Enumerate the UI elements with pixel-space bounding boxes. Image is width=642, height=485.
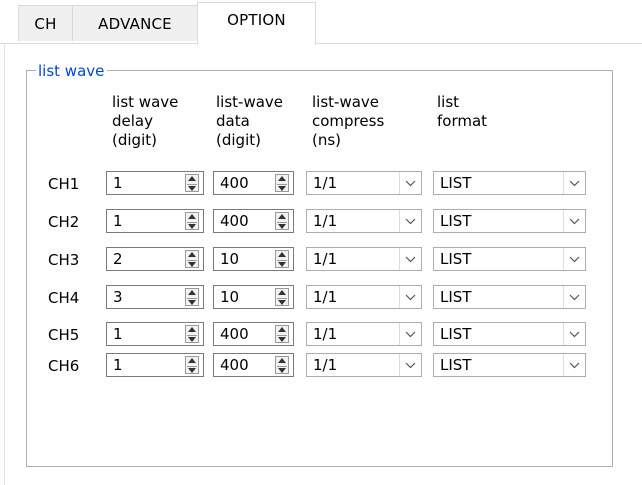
spin-updown-icon[interactable] [185, 356, 199, 374]
delay-spinbox[interactable]: 1 [106, 171, 204, 195]
compress-combobox[interactable]: 1/1 [306, 353, 422, 377]
delay-spinbox[interactable]: 3 [106, 285, 204, 309]
spin-updown-icon[interactable] [275, 250, 289, 268]
data-value[interactable]: 400 [214, 325, 275, 343]
delay-value[interactable]: 2 [107, 250, 185, 268]
format-combobox[interactable]: LIST [433, 353, 586, 377]
data-value[interactable]: 400 [214, 174, 275, 192]
header-list-wave-delay: list wave delay (digit) [112, 93, 179, 149]
spin-updown-icon[interactable] [275, 174, 289, 192]
chevron-down-icon[interactable] [399, 286, 421, 308]
data-spinbox[interactable]: 10 [213, 247, 294, 271]
compress-combobox[interactable]: 1/1 [306, 209, 422, 233]
chevron-down-icon[interactable] [563, 286, 585, 308]
compress-value: 1/1 [313, 356, 338, 374]
data-value[interactable]: 10 [214, 288, 275, 306]
delay-spinbox[interactable]: 1 [106, 209, 204, 233]
data-spinbox[interactable]: 400 [213, 171, 294, 195]
tab-ch-label: CH [34, 14, 57, 33]
channel-row: CH2 1 400 1/1 LIST [0, 209, 642, 233]
chevron-down-icon[interactable] [563, 248, 585, 270]
format-value: LIST [440, 288, 472, 306]
compress-value: 1/1 [313, 250, 338, 268]
chevron-down-icon[interactable] [399, 172, 421, 194]
format-value: LIST [440, 212, 472, 230]
chevron-down-icon[interactable] [399, 210, 421, 232]
format-combobox[interactable]: LIST [433, 285, 586, 309]
spin-updown-icon[interactable] [275, 356, 289, 374]
data-spinbox[interactable]: 400 [213, 322, 294, 346]
data-value[interactable]: 10 [214, 250, 275, 268]
channel-row: CH5 1 400 1/1 LIST [0, 322, 642, 346]
chevron-down-icon[interactable] [563, 354, 585, 376]
format-value: LIST [440, 325, 472, 343]
format-combobox[interactable]: LIST [433, 322, 586, 346]
spin-updown-icon[interactable] [275, 325, 289, 343]
delay-spinbox[interactable]: 2 [106, 247, 204, 271]
channel-label: CH5 [48, 326, 80, 344]
compress-combobox[interactable]: 1/1 [306, 171, 422, 195]
spin-updown-icon[interactable] [275, 288, 289, 306]
spin-updown-icon[interactable] [185, 212, 199, 230]
compress-combobox[interactable]: 1/1 [306, 322, 422, 346]
spin-updown-icon[interactable] [185, 250, 199, 268]
channel-row: CH1 1 400 1/1 LIST [0, 171, 642, 195]
tab-divider [0, 43, 642, 44]
channel-label: CH1 [48, 175, 80, 193]
channel-label: CH2 [48, 213, 80, 231]
tab-ch[interactable]: CH [18, 5, 73, 41]
channel-label: CH4 [48, 289, 80, 307]
channel-row: CH6 1 400 1/1 LIST [0, 353, 642, 377]
chevron-down-icon[interactable] [399, 323, 421, 345]
tab-advance-label: ADVANCE [98, 14, 172, 33]
format-value: LIST [440, 356, 472, 374]
delay-value[interactable]: 1 [107, 356, 185, 374]
compress-value: 1/1 [313, 174, 338, 192]
chevron-down-icon[interactable] [563, 210, 585, 232]
format-combobox[interactable]: LIST [433, 209, 586, 233]
chevron-down-icon[interactable] [563, 323, 585, 345]
chevron-down-icon[interactable] [399, 354, 421, 376]
spin-updown-icon[interactable] [185, 325, 199, 343]
delay-value[interactable]: 3 [107, 288, 185, 306]
header-list-wave-compress: list-wave compress (ns) [312, 93, 385, 149]
spin-updown-icon[interactable] [185, 174, 199, 192]
chevron-down-icon[interactable] [563, 172, 585, 194]
compress-combobox[interactable]: 1/1 [306, 285, 422, 309]
delay-spinbox[interactable]: 1 [106, 353, 204, 377]
data-value[interactable]: 400 [214, 356, 275, 374]
compress-value: 1/1 [313, 288, 338, 306]
header-list-format: list format [437, 93, 488, 130]
compress-value: 1/1 [313, 325, 338, 343]
chevron-down-icon[interactable] [399, 248, 421, 270]
header-list-wave-data: list-wave data (digit) [216, 93, 284, 149]
groupbox-title: list wave [36, 62, 108, 80]
channel-row: CH4 3 10 1/1 LIST [0, 285, 642, 309]
format-combobox[interactable]: LIST [433, 247, 586, 271]
tab-option-label: OPTION [227, 11, 286, 29]
spin-updown-icon[interactable] [185, 288, 199, 306]
data-spinbox[interactable]: 400 [213, 353, 294, 377]
data-spinbox[interactable]: 10 [213, 285, 294, 309]
data-spinbox[interactable]: 400 [213, 209, 294, 233]
format-value: LIST [440, 174, 472, 192]
channel-row: CH3 2 10 1/1 LIST [0, 247, 642, 271]
tab-advance[interactable]: ADVANCE [72, 5, 198, 41]
channel-label: CH6 [48, 357, 80, 375]
format-combobox[interactable]: LIST [433, 171, 586, 195]
delay-value[interactable]: 1 [107, 174, 185, 192]
delay-value[interactable]: 1 [107, 325, 185, 343]
data-value[interactable]: 400 [214, 212, 275, 230]
compress-combobox[interactable]: 1/1 [306, 247, 422, 271]
tab-option[interactable]: OPTION [197, 2, 316, 45]
delay-value[interactable]: 1 [107, 212, 185, 230]
spin-updown-icon[interactable] [275, 212, 289, 230]
compress-value: 1/1 [313, 212, 338, 230]
format-value: LIST [440, 250, 472, 268]
tab-strip: CH ADVANCE OPTION [0, 0, 642, 45]
delay-spinbox[interactable]: 1 [106, 322, 204, 346]
channel-label: CH3 [48, 251, 80, 269]
